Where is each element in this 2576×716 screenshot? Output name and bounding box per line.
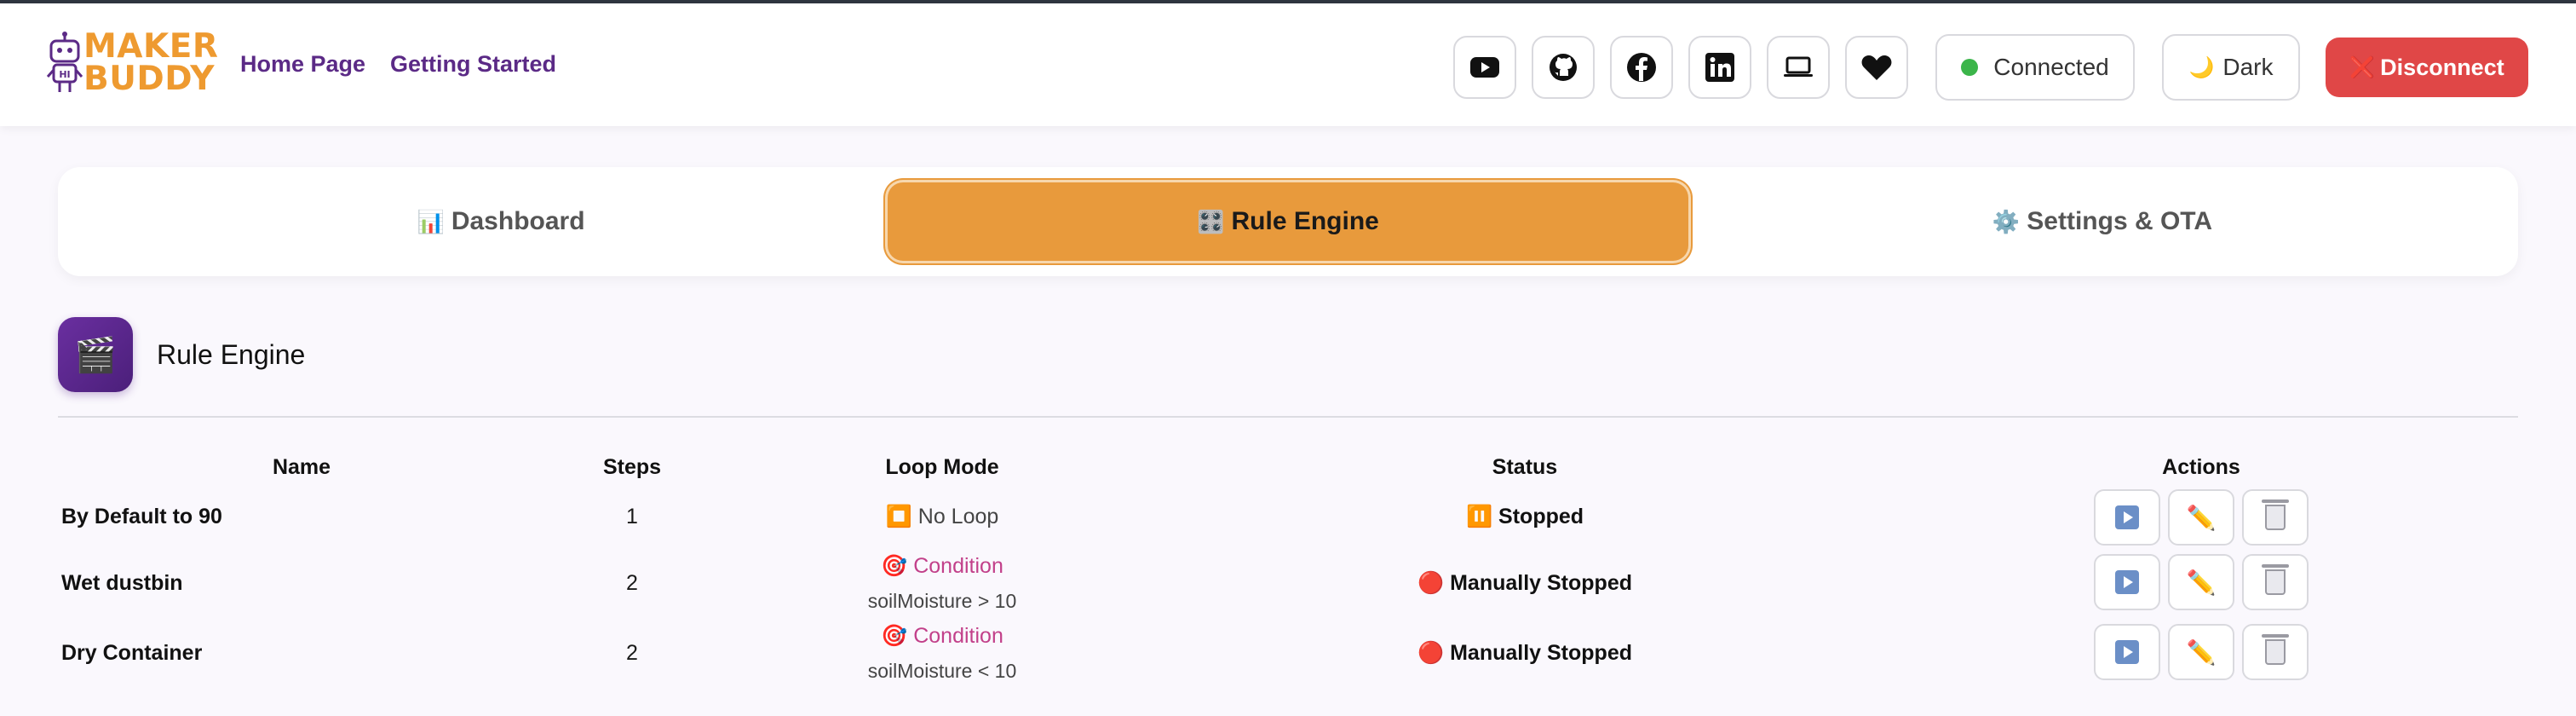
- rule-loop-mode: 🎯 Condition: [881, 554, 1003, 579]
- pencil-icon: ✏️: [2186, 569, 2217, 596]
- rule-loop-mode: 🎯 Condition: [881, 624, 1003, 649]
- disconnect-label: Disconnect: [2380, 54, 2504, 80]
- rule-steps: 2: [626, 641, 638, 665]
- loop-mode-label: Condition: [913, 554, 1003, 578]
- edit-rule-button[interactable]: ✏️: [2168, 489, 2234, 546]
- rule-steps: 1: [626, 505, 638, 528]
- pencil-icon: ✏️: [2186, 638, 2217, 666]
- clapper-board-icon: 🎬: [58, 317, 133, 392]
- play-icon: [2115, 505, 2139, 529]
- linkedin-button[interactable]: [1688, 36, 1751, 99]
- gear-icon: ⚙️: [1992, 208, 2021, 234]
- facebook-icon: [1627, 53, 1656, 82]
- column-header-name: Name: [272, 455, 331, 479]
- stop-square-icon: ⏹️: [885, 505, 912, 528]
- edit-rule-button[interactable]: ✏️: [2168, 554, 2234, 610]
- tab-rule-engine-label: Rule Engine: [1231, 207, 1379, 235]
- rule-name: Dry Container: [61, 641, 203, 665]
- rule-status: 🔴 Manually Stopped: [1417, 641, 1632, 666]
- github-icon: [1550, 54, 1577, 81]
- edit-rule-button[interactable]: ✏️: [2168, 624, 2234, 680]
- app-header: HI MAKER BUDDY Home Page Getting Started: [0, 3, 2576, 126]
- connected-dot-icon: [1961, 59, 1979, 76]
- pause-icon: ⏸️: [1465, 505, 1493, 528]
- control-knobs-icon: 🎛️: [1197, 208, 1225, 234]
- tab-settings-ota-label: Settings & OTA: [2027, 207, 2213, 235]
- connection-status-label: Connected: [1993, 54, 2109, 80]
- heart-button[interactable]: [1845, 36, 1908, 99]
- tab-dashboard-label: Dashboard: [451, 207, 585, 235]
- nav-home-link[interactable]: Home Page: [240, 51, 365, 78]
- run-rule-button[interactable]: [2094, 489, 2160, 546]
- column-header-status: Status: [1492, 455, 1558, 479]
- logo-line-1: MAKER: [83, 27, 219, 66]
- red-circle-icon: 🔴: [1417, 571, 1445, 595]
- linkedin-icon: [1705, 53, 1734, 82]
- github-button[interactable]: [1532, 36, 1595, 99]
- robot-logo-icon: HI: [46, 32, 83, 92]
- pencil-icon: ✏️: [2186, 504, 2217, 531]
- section-title: Rule Engine: [157, 339, 306, 370]
- run-rule-button[interactable]: [2094, 624, 2160, 680]
- connection-status-pill: Connected: [1935, 34, 2135, 101]
- facebook-button[interactable]: [1610, 36, 1673, 99]
- trash-icon: [2262, 634, 2289, 665]
- status-label: Manually Stopped: [1450, 641, 1632, 665]
- rule-loop-mode: ⏹️ No Loop: [886, 505, 999, 529]
- loop-condition-detail: soilMoisture < 10: [867, 660, 1017, 682]
- status-label: Manually Stopped: [1450, 571, 1632, 595]
- heart-icon: [1861, 55, 1892, 80]
- delete-rule-button[interactable]: [2242, 554, 2309, 610]
- loop-mode-label: No Loop: [917, 505, 999, 528]
- run-rule-button[interactable]: [2094, 554, 2160, 610]
- logo-line-2: BUDDY: [83, 60, 216, 98]
- rule-steps: 2: [626, 571, 638, 595]
- red-circle-icon: 🔴: [1417, 641, 1445, 665]
- cross-icon: ❌: [2349, 55, 2376, 79]
- column-header-actions: Actions: [2162, 455, 2240, 479]
- column-header-loop-mode: Loop Mode: [885, 455, 999, 479]
- theme-toggle-button[interactable]: 🌙 Dark: [2162, 34, 2300, 101]
- loop-condition-detail: soilMoisture > 10: [867, 590, 1017, 612]
- moon-icon: 🌙: [2188, 55, 2215, 79]
- column-header-steps: Steps: [602, 455, 662, 479]
- chart-icon: 📊: [417, 208, 445, 234]
- target-icon: 🎯: [881, 554, 908, 578]
- trash-icon: [2262, 499, 2289, 530]
- loop-mode-label: Condition: [913, 624, 1003, 648]
- rule-status: 🔴 Manually Stopped: [1417, 571, 1632, 596]
- tab-settings-ota[interactable]: ⚙️ Settings & OTA: [1711, 182, 2494, 261]
- svg-text:HI: HI: [59, 69, 70, 80]
- rule-name: Wet dustbin: [61, 571, 183, 595]
- youtube-button[interactable]: [1453, 36, 1516, 99]
- play-icon: [2115, 640, 2139, 664]
- tab-rule-engine[interactable]: 🎛️ Rule Engine: [888, 182, 1688, 261]
- section-divider: [58, 416, 2518, 418]
- theme-toggle-label: Dark: [2222, 54, 2274, 80]
- laptop-button[interactable]: [1767, 36, 1830, 99]
- delete-rule-button[interactable]: [2242, 489, 2309, 546]
- laptop-icon: [1784, 56, 1813, 77]
- trash-icon: [2262, 564, 2289, 595]
- rule-name: By Default to 90: [61, 505, 222, 528]
- main-tabs: 📊 Dashboard 🎛️ Rule Engine ⚙️ Settings &…: [58, 167, 2518, 276]
- youtube-icon: [1470, 57, 1499, 78]
- maker-buddy-logo[interactable]: HI MAKER BUDDY: [46, 27, 219, 99]
- nav-getting-started-link[interactable]: Getting Started: [390, 51, 556, 78]
- disconnect-button[interactable]: ❌ Disconnect: [2326, 38, 2528, 97]
- status-label: Stopped: [1498, 505, 1584, 528]
- target-icon: 🎯: [881, 624, 908, 648]
- logo-wordmark: MAKER BUDDY: [83, 27, 219, 98]
- play-icon: [2115, 570, 2139, 594]
- delete-rule-button[interactable]: [2242, 624, 2309, 680]
- rule-status: ⏸️ Stopped: [1466, 505, 1584, 529]
- tab-dashboard[interactable]: 📊 Dashboard: [75, 182, 927, 261]
